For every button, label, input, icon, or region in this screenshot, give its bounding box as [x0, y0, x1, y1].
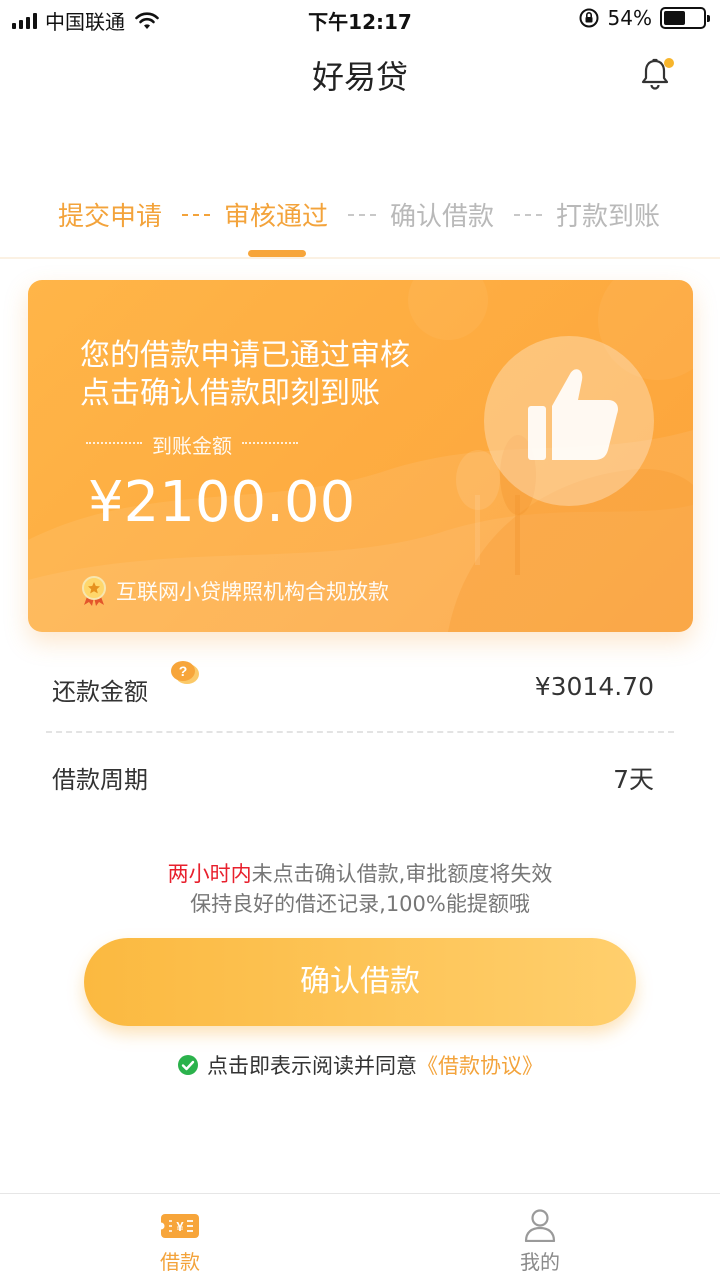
svg-text:¥: ¥: [176, 1219, 184, 1234]
battery-icon: [660, 7, 710, 29]
repayment-value: ¥3014.70: [534, 672, 654, 701]
rotation-lock-icon: [579, 8, 599, 28]
period-label: 借款周期: [52, 766, 148, 794]
tab-bar: ¥ 借款 我的: [0, 1193, 720, 1280]
battery-level: [664, 11, 685, 25]
notification-dot: [664, 58, 674, 68]
step-approved: 审核通过: [224, 202, 329, 232]
amount-label-group: 到账金额: [86, 430, 298, 458]
medal-icon: [82, 576, 106, 606]
period-value: 7天: [613, 765, 654, 794]
status-bar: 中国联通 下午12:17 54%: [0, 0, 720, 38]
battery-percent: 54%: [607, 6, 652, 30]
repayment-row: 还款金额 ? ¥3014.70: [52, 661, 654, 712]
amount-label: 到账金额: [152, 434, 232, 458]
svg-text:?: ?: [179, 663, 188, 679]
step-separator: [182, 214, 210, 216]
agreement-line: 点击即表示阅读并同意 《借款协议》: [0, 1050, 720, 1080]
agreement-text: 点击即表示阅读并同意: [207, 1054, 417, 1078]
card-message-line2: 点击确认借款即刻到账: [80, 376, 380, 411]
user-icon: [524, 1209, 556, 1242]
approval-card: 您的借款申请已通过审核 点击确认借款即刻到账 到账金额 ¥2100.00 互联网…: [28, 280, 693, 632]
step-submit: 提交申请: [58, 202, 163, 232]
help-icon[interactable]: ?: [170, 660, 200, 686]
thumbs-up-icon: [528, 369, 618, 460]
warning-highlight: 两小时内: [167, 862, 252, 886]
confirm-loan-button[interactable]: 确认借款: [84, 938, 636, 1026]
step-separator: [348, 214, 376, 216]
received-amount: ¥2100.00: [88, 470, 356, 535]
divider: [0, 257, 720, 259]
tab-mine-label: 我的: [520, 1250, 560, 1274]
license-text: 互联网小贷牌照机构合规放款: [116, 580, 389, 604]
period-row: 借款周期 7天: [52, 760, 654, 800]
page-title: 好易贷: [311, 58, 408, 96]
step-disburse: 打款到账: [556, 202, 661, 232]
tab-mine[interactable]: 我的: [480, 1208, 600, 1275]
loan-ticket-icon: ¥: [160, 1214, 199, 1238]
current-step-indicator: [248, 250, 306, 257]
step-separator: [514, 214, 542, 216]
loan-agreement-link[interactable]: 《借款协议》: [417, 1050, 543, 1080]
checked-icon[interactable]: [177, 1054, 199, 1076]
credit-tip: 保持良好的借还记录,100%能提额哦: [190, 892, 530, 916]
step-confirm: 确认借款: [390, 202, 495, 232]
tab-loan-label: 借款: [160, 1250, 200, 1274]
warning-text: 未点击确认借款,审批额度将失效: [251, 862, 553, 886]
license-note: 互联网小贷牌照机构合规放款: [80, 576, 389, 606]
progress-steps: 提交申请 审核通过 确认借款 打款到账: [0, 196, 720, 240]
repayment-label: 还款金额: [52, 678, 148, 706]
dotted-line: [242, 442, 298, 444]
expiry-warning: 两小时内未点击确认借款,审批额度将失效: [0, 858, 720, 888]
tab-loan[interactable]: ¥ 借款: [120, 1208, 240, 1275]
row-divider: [46, 731, 674, 733]
